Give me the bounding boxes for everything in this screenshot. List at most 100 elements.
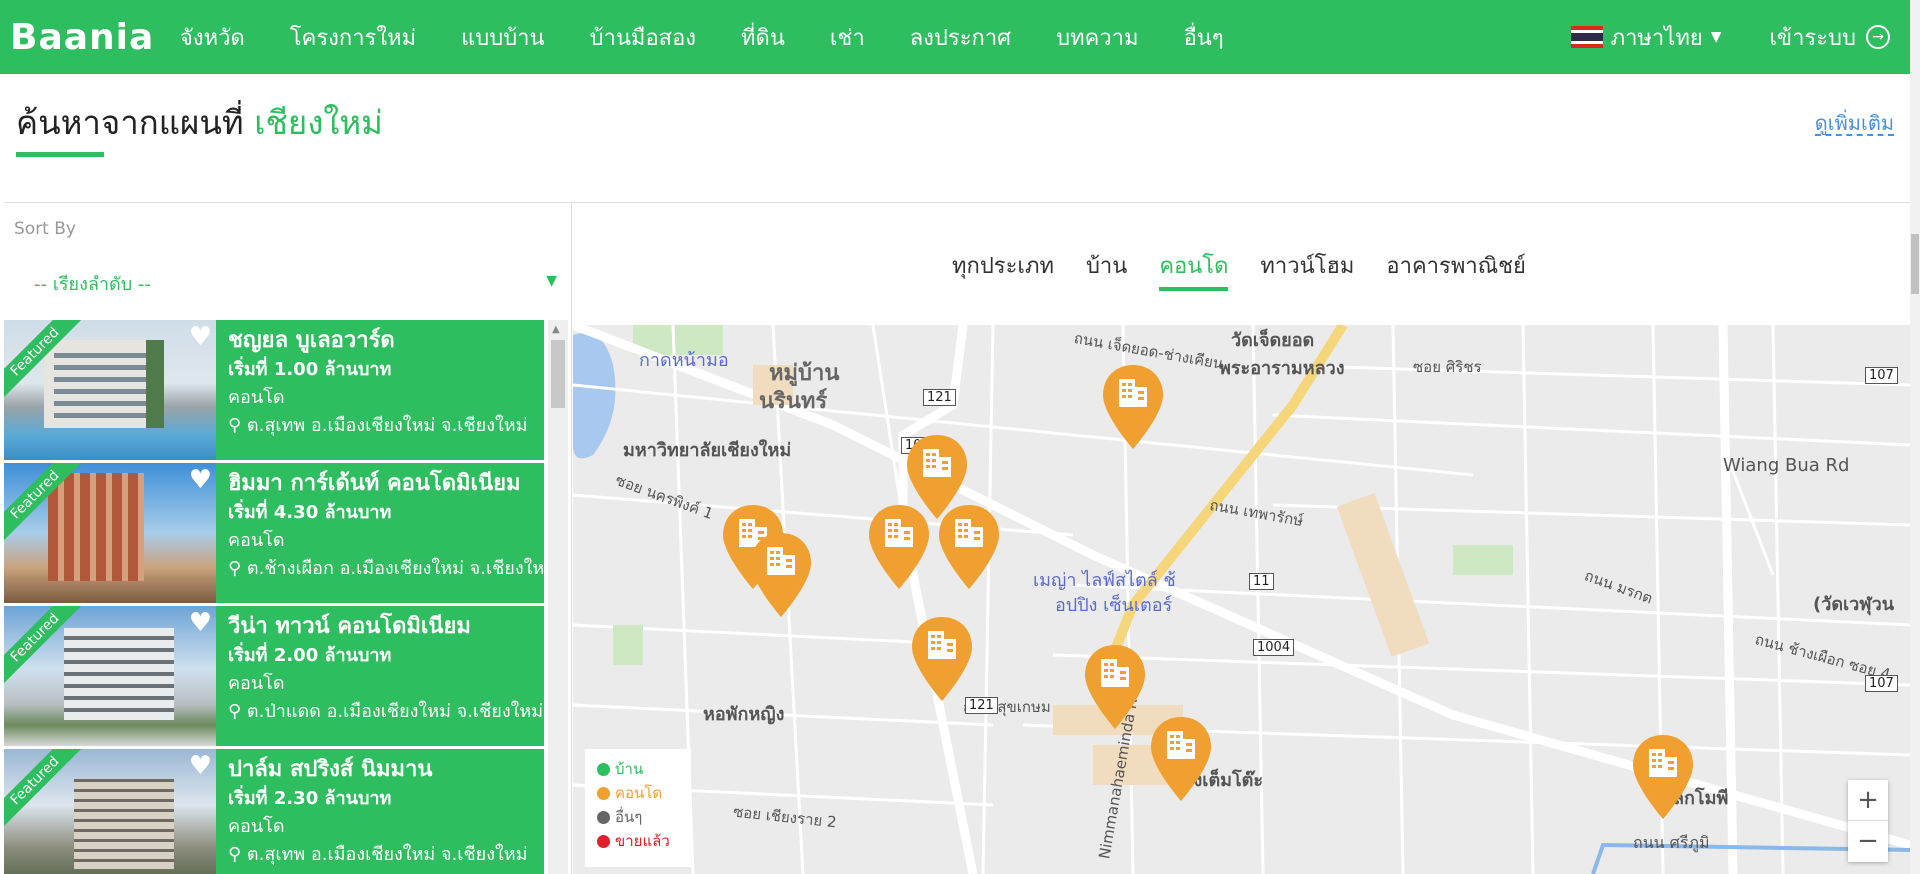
- listing-name[interactable]: ปาล์ม สปริงส์ นิมมาน: [228, 755, 544, 785]
- nav-item-new-projects[interactable]: โครงการใหม่: [290, 20, 416, 55]
- language-selector[interactable]: ภาษาไทย ▼: [1570, 20, 1722, 55]
- condo-map-pin[interactable]: [1631, 733, 1695, 821]
- red-dot-icon: [597, 835, 610, 848]
- nav-menu: จังหวัด โครงการใหม่ แบบบ้าน บ้านมือสอง ท…: [180, 20, 1269, 55]
- listing-card[interactable]: Featured ♥ ชญยล บูเลอวาร์ด เริ่มที่ 1.00…: [4, 320, 544, 460]
- caret-down-icon: ▼: [1710, 29, 1722, 45]
- condo-map-pin[interactable]: [1149, 715, 1213, 803]
- nav-item-more[interactable]: อื่นๆ: [1184, 20, 1224, 55]
- listing-list: Featured ♥ ชญยล บูเลอวาร์ด เริ่มที่ 1.00…: [4, 320, 544, 874]
- map-legend: บ้าน คอนโด อื่นๆ ขายแล้ว: [585, 749, 691, 867]
- favorite-heart-icon[interactable]: ♥: [189, 610, 212, 636]
- listing-location: ⚲ ต.ป่าแดด อ.เมืองเชียงใหม่ จ.เชียงใหม่: [228, 698, 544, 726]
- top-navbar: Baania จังหวัด โครงการใหม่ แบบบ้าน บ้านม…: [0, 0, 1910, 74]
- condo-map-pin[interactable]: [1083, 643, 1147, 731]
- map-marker-icon: ⚲: [228, 701, 242, 722]
- condo-map-pin[interactable]: [749, 531, 813, 619]
- condo-map-pin[interactable]: [1101, 363, 1165, 451]
- listing-name[interactable]: ฮิมมา การ์เด้นท์ คอนโดมิเนียม: [228, 469, 544, 499]
- listing-info: ปาล์ม สปริงส์ นิมมาน เริ่มที่ 2.30 ล้านบ…: [216, 749, 544, 874]
- listing-name[interactable]: วีน่า ทาวน์ คอนโดมิเนียม: [228, 612, 544, 642]
- tab-all-types[interactable]: ทุกประเภท: [952, 248, 1054, 283]
- listing-thumbnail[interactable]: Featured ♥: [4, 320, 216, 460]
- listing-price: เริ่มที่ 1.00 ล้านบาท: [228, 359, 392, 380]
- page-scroll-thumb[interactable]: [1911, 234, 1919, 294]
- listing-location: ⚲ ต.สุเทพ อ.เมืองเชียงใหม่ จ.เชียงใหม่: [228, 412, 544, 440]
- listing-info: ชญยล บูเลอวาร์ด เริ่มที่ 1.00 ล้านบาท คอ…: [216, 320, 544, 460]
- nav-item-articles[interactable]: บทความ: [1056, 20, 1138, 55]
- map-zoom-control: + −: [1848, 780, 1888, 862]
- listing-location-text: ต.สุเทพ อ.เมืองเชียงใหม่ จ.เชียงใหม่: [246, 415, 528, 436]
- listing-type: คอนโด: [228, 816, 285, 837]
- nav-item-rent[interactable]: เช่า: [830, 20, 865, 55]
- orange-dot-icon: [597, 787, 610, 800]
- condo-map-pin[interactable]: [867, 503, 931, 591]
- route-shield: 1004: [1253, 639, 1295, 656]
- zoom-out-button[interactable]: −: [1848, 821, 1888, 862]
- listing-location-text: ต.สุเทพ อ.เมืองเชียงใหม่ จ.เชียงใหม่: [246, 844, 528, 865]
- listing-card[interactable]: Featured ♥ ปาล์ม สปริงส์ นิมมาน เริ่มที่…: [4, 749, 544, 874]
- favorite-heart-icon[interactable]: ♥: [189, 467, 212, 493]
- baania-logo[interactable]: Baania: [10, 17, 160, 58]
- listing-info: ฮิมมา การ์เด้นท์ คอนโดมิเนียม เริ่มที่ 4…: [216, 463, 544, 603]
- tab-house[interactable]: บ้าน: [1086, 248, 1127, 283]
- tab-townhome[interactable]: ทาวน์โฮม: [1260, 248, 1354, 283]
- map-label: พระอารามหลวง: [1219, 358, 1345, 379]
- page-scrollbar[interactable]: [1910, 0, 1920, 874]
- page-title-city: เชียงใหม่: [254, 103, 383, 142]
- listing-thumbnail[interactable]: Featured ♥: [4, 606, 216, 746]
- listing-type: คอนโด: [228, 530, 285, 551]
- nav-item-house-plans[interactable]: แบบบ้าน: [461, 20, 544, 55]
- map-label: มหาวิทยาลัยเชียงใหม่: [623, 440, 792, 461]
- listing-card[interactable]: Featured ♥ ฮิมมา การ์เด้นท์ คอนโดมิเนียม…: [4, 463, 544, 603]
- listing-price: เริ่มที่ 2.30 ล้านบาท: [228, 788, 392, 809]
- listing-sidebar: Sort By -- เรียงลำดับ -- ▼ Featured ♥ ชญ…: [4, 203, 572, 874]
- listing-name[interactable]: ชญยล บูเลอวาร์ด: [228, 326, 544, 356]
- tab-commercial[interactable]: อาคารพาณิชย์: [1386, 248, 1526, 283]
- listing-price: เริ่มที่ 2.00 ล้านบาท: [228, 645, 392, 666]
- sort-dropdown[interactable]: -- เรียงลำดับ --: [34, 269, 554, 298]
- listing-info: วีน่า ทาวน์ คอนโดมิเนียม เริ่มที่ 2.00 ล…: [216, 606, 544, 746]
- login-label: เข้าระบบ: [1769, 25, 1856, 51]
- map-label: ถนน ศรีภูมิ: [1633, 833, 1710, 852]
- condo-map-pin[interactable]: [910, 615, 974, 703]
- map-label: นรินทร์: [759, 389, 828, 414]
- page-title: ค้นหาจากแผนที่ เชียงใหม่: [16, 96, 383, 149]
- route-shield: 107: [1865, 675, 1898, 692]
- condo-map-pin[interactable]: [937, 503, 1001, 591]
- nav-item-second-hand[interactable]: บ้านมือสอง: [590, 20, 696, 55]
- map-label: (วัดเวฬุวน: [1813, 594, 1894, 615]
- map-marker-icon: ⚲: [228, 844, 242, 865]
- dropdown-arrow-icon: ▼: [546, 273, 557, 289]
- nav-item-province[interactable]: จังหวัด: [180, 20, 245, 55]
- listing-type: คอนโด: [228, 673, 285, 694]
- favorite-heart-icon[interactable]: ♥: [189, 753, 212, 779]
- listing-thumbnail[interactable]: Featured ♥: [4, 749, 216, 874]
- property-type-tabs: ทุกประเภท บ้าน คอนโด ทาวน์โฮม อาคารพาณิช…: [952, 248, 1558, 291]
- route-shield: 107: [1865, 367, 1898, 384]
- favorite-heart-icon[interactable]: ♥: [189, 324, 212, 350]
- login-button[interactable]: เข้าระบบ →: [1770, 20, 1890, 55]
- map-marker-icon: ⚲: [228, 558, 242, 579]
- map-label: ซอย ศิริชร: [1413, 358, 1482, 376]
- map-label: วัดเจ็ดยอด: [1231, 330, 1315, 351]
- sort-by-label: Sort By: [14, 219, 76, 239]
- scroll-thumb[interactable]: [551, 340, 565, 408]
- tab-condo[interactable]: คอนโด: [1159, 248, 1229, 291]
- nav-item-post-listing[interactable]: ลงประกาศ: [910, 20, 1011, 55]
- listing-card[interactable]: Featured ♥ วีน่า ทาวน์ คอนโดมิเนียม เริ่…: [4, 606, 544, 746]
- listing-thumbnail[interactable]: Featured ♥: [4, 463, 216, 603]
- scroll-up-arrow-icon[interactable]: ▲: [552, 324, 560, 335]
- zoom-in-button[interactable]: +: [1848, 780, 1888, 821]
- see-more-link[interactable]: ดูเพิ่มเติม: [1814, 112, 1894, 136]
- listing-location-text: ต.ช้างเผือก อ.เมืองเชียงใหม่ จ.เชียงใหม่: [246, 558, 544, 579]
- map-label: กาดหน้ามอ: [639, 350, 729, 371]
- map-label: อปปิง เซ็นเตอร์: [1055, 595, 1173, 616]
- map-view[interactable]: กาดหน้ามอ หมู่บ้าน นรินทร์ วัดเจ็ดยอด พร…: [573, 325, 1910, 874]
- list-scrollbar[interactable]: ▲: [548, 320, 568, 874]
- title-underline: [16, 152, 104, 157]
- listing-location: ⚲ ต.สุเทพ อ.เมืองเชียงใหม่ จ.เชียงใหม่: [228, 841, 544, 869]
- green-dot-icon: [597, 763, 610, 776]
- login-arrow-icon: →: [1866, 25, 1890, 49]
- nav-item-land[interactable]: ที่ดิน: [741, 20, 785, 55]
